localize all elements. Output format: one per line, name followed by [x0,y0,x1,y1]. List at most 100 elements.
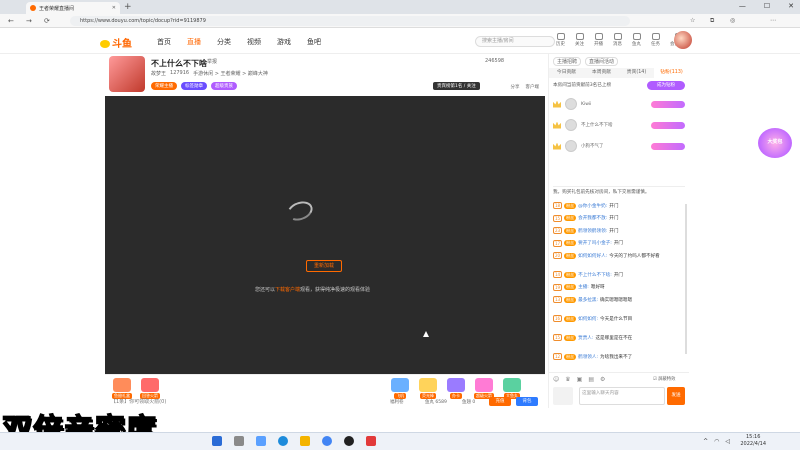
rank-tab[interactable]: 本周贡献 [584,68,619,78]
chat-username[interactable]: 主播: [578,284,589,290]
reload-button[interactable]: 重新加载 [306,260,342,272]
header-icon-item[interactable]: 关注 [575,33,584,47]
rank-row[interactable]: Kiwii [553,96,685,112]
nav-item[interactable]: 直播 [187,37,201,47]
collections-icon[interactable]: ⧉ [710,17,714,25]
extensions-icon[interactable]: ◎ [730,17,735,24]
browser-tab[interactable]: 王者荣耀直播间 ✕ [26,2,120,14]
close-tab-icon[interactable]: ✕ [112,5,116,11]
emoji-icon[interactable]: ☺ [553,376,559,383]
header-icon-item[interactable]: 历史 [556,33,565,47]
client-link[interactable]: 客户端 [526,84,540,90]
recharge-button[interactable]: 充值 [489,397,511,406]
chat-username[interactable]: 最多拉黑: [578,297,598,303]
become-diamond-fan-button[interactable]: 成为钻粉 [647,81,685,90]
nav-item[interactable]: 首页 [157,37,171,47]
more-icon[interactable]: ⋯ [770,17,776,24]
header-icon-item[interactable]: 任务 [651,33,660,47]
app-icon[interactable] [366,436,376,446]
gift-item[interactable]: 荧光棒 [417,378,439,399]
close-window-icon[interactable]: ✕ [788,2,794,10]
rank-badge[interactable]: 贵宾榜第1名 / 关注 [433,82,480,90]
rank-row[interactable]: 小狗不气了 [553,138,685,154]
video-player[interactable]: 重新加载 您还可以下载客户端观看，获得纯净极速的观看体验 [105,96,545,374]
gift-item[interactable]: 超级火箭 [473,378,495,399]
share-link[interactable]: 分享 [511,84,520,90]
nav-item[interactable]: 鱼吧 [307,37,321,47]
refresh-icon[interactable]: ⟳ [44,17,50,25]
anchor-name[interactable]: 故梦王 [151,70,166,77]
gift-item[interactable]: 办卡 [445,378,467,399]
chat-username[interactable]: 鹤领领人: [578,354,598,360]
header-icon-item[interactable]: 开播 [594,33,603,47]
windows-start-icon[interactable] [212,436,222,446]
rank-tab[interactable]: 贵宾(14) [619,68,654,78]
task-view-icon[interactable] [256,436,266,446]
chat-input[interactable]: 这里输入聊天内容 [579,387,665,405]
obs-icon[interactable] [344,436,354,446]
download-client-link[interactable]: 下载客户端 [275,287,300,293]
chat-username[interactable]: 要开了吗小金子: [578,240,612,246]
search-icon[interactable] [234,436,244,446]
room-tag[interactable]: 超级贵族 [211,82,237,90]
gift-item[interactable]: 飞机 [389,378,411,399]
report-link[interactable]: 举报 [207,58,217,65]
barrage-icon[interactable]: ▤ [588,376,594,383]
nav-item[interactable]: 视频 [247,37,261,47]
chat-username[interactable]: @你小金牛奶: [578,203,607,209]
forward-icon[interactable]: → [26,17,32,25]
clock[interactable]: 15:16 2022/4/14 [740,434,766,448]
chat-username[interactable]: 如何如何好人: [578,253,607,259]
volume-icon[interactable]: ◁ [725,438,730,445]
maximize-icon[interactable]: ☐ [764,2,770,10]
recruit-link[interactable]: 主播招聘 [553,56,582,66]
coupon-count[interactable]: 福利卷 [390,399,404,405]
fan-badge: 粉丝 [564,334,577,341]
room-tag[interactable]: 标签勋章 [181,82,207,90]
url-input[interactable]: https://www.douyu.com/topic/docup?rid=91… [70,16,630,26]
new-tab-button[interactable]: + [124,2,132,12]
anchor-avatar[interactable] [109,56,145,92]
activity-link[interactable]: 直播间活动 [585,56,619,66]
gift-item[interactable]: 回答火箭 [139,378,161,399]
browser-tab-bar: 王者荣耀直播间 ✕ + — ☐ ✕ [0,0,800,14]
rank-tab[interactable]: 钻粉(113) [654,68,689,78]
fan-badge-icon[interactable]: ♛ [565,376,570,383]
category-path[interactable]: 手游休闲 > 王者荣耀 > 巅峰大神 [193,70,268,77]
edge-icon[interactable] [278,436,288,446]
rank-tab[interactable]: 今日贡献 [549,68,584,78]
search-input[interactable]: 搜索主播/房间 [475,36,555,47]
network-icon[interactable]: ◠ [714,438,719,445]
side-promo-badge[interactable]: 大奖包 [758,128,792,158]
user-avatar[interactable] [674,31,692,49]
logo-icon [100,40,110,48]
fan-badge: 粉丝 [564,202,577,209]
rank-row[interactable]: 不上什么不下啥 [553,117,685,133]
settings-icon[interactable]: ⚙ [600,376,605,383]
minimize-icon[interactable]: — [739,2,746,10]
chat-username[interactable]: 会开我都不放: [578,215,607,221]
gift-item[interactable]: 大鱼丸 [501,378,523,399]
chat-username[interactable]: 鹤领领鹤领领: [578,228,607,234]
backpack-button[interactable]: 背包 [516,397,538,406]
nav-item[interactable]: 游戏 [277,37,291,47]
chat-username[interactable]: 不上什么不下啥: [578,272,612,278]
chat-scrollbar[interactable] [685,204,687,354]
chat-username[interactable]: 贾贾人: [578,335,593,341]
header-icon-item[interactable]: 消息 [613,33,622,47]
explorer-icon[interactable] [300,436,310,446]
favorites-icon[interactable]: ☆ [690,17,695,24]
clock-time: 15:16 [745,434,761,440]
send-button[interactable]: 发送 [667,387,685,405]
chat-username[interactable]: 如何如何: [578,316,598,322]
block-effects-checkbox[interactable]: ☑ 屏蔽特效 [653,376,675,382]
gift-item[interactable]: 鱼翅礼盒 [111,378,133,399]
header-icon-item[interactable]: 鱼丸 [632,33,641,47]
chevron-up-icon[interactable]: ^ [703,438,708,445]
back-icon[interactable]: ← [8,17,14,25]
gift-icon[interactable]: ▣ [577,376,583,383]
room-tag[interactable]: 荣耀主播 [151,82,177,90]
chrome-icon[interactable] [322,436,332,446]
site-logo[interactable]: 斗鱼 [100,35,132,50]
nav-item[interactable]: 分类 [217,37,231,47]
